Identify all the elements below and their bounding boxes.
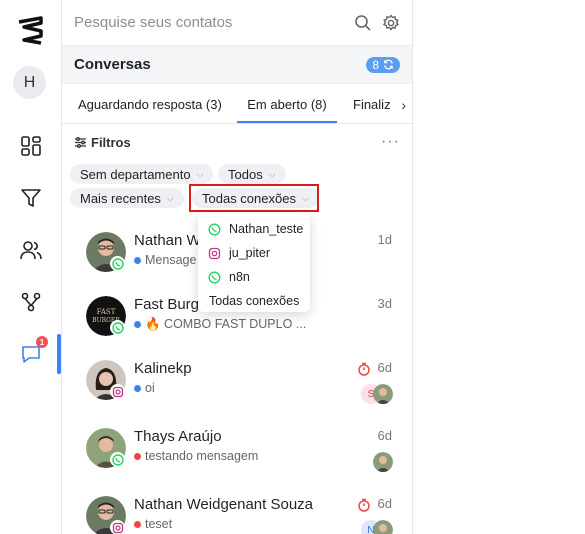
last-message-text: oi (145, 381, 155, 395)
dropdown-option-ju-piter[interactable]: ju_piter (198, 241, 310, 265)
last-message-text: testando mensagem (145, 449, 259, 463)
notification-badge: 1 (36, 336, 48, 348)
last-message-text: teset (145, 517, 173, 531)
nav-contacts[interactable] (0, 230, 62, 270)
chat-row[interactable]: Thays Araújo testando mensagem 6d (62, 418, 413, 482)
message-time: 1d (377, 232, 392, 247)
conversations-header: Conversas 8 (62, 46, 412, 84)
app-logo-icon[interactable] (16, 16, 44, 46)
highlight-box (189, 184, 319, 212)
search-input[interactable] (74, 14, 344, 31)
contact-name: Thays Araújo (134, 428, 222, 445)
conversations-title: Conversas (74, 56, 151, 73)
last-message-text: 🔥 COMBO FAST DUPLO ... (145, 317, 307, 331)
chevron-down-icon: ⌵ (196, 168, 204, 179)
sort-filter-label: Mais recentes (80, 190, 161, 206)
instagram-icon (110, 384, 125, 399)
chevron-down-icon: ⌵ (268, 168, 276, 179)
assignee-avatar (373, 384, 393, 404)
dropdown-option-n8n[interactable]: n8n (198, 265, 310, 289)
contact-name: Nathan Weidgenant Souza (134, 496, 314, 513)
option-label: Todas conexões (209, 294, 300, 308)
search-bar (62, 0, 412, 46)
chat-row[interactable]: Kalinekp oi 6d S (62, 350, 413, 414)
status-tabs: Aguardando resposta (3) Em aberto (8) Fi… (62, 84, 412, 124)
assignee-avatar (373, 520, 393, 534)
nav-chats[interactable] (0, 334, 62, 374)
last-message: Mensage (134, 253, 196, 267)
funnel-icon (21, 189, 41, 207)
message-time: 6d (377, 496, 392, 511)
option-label: n8n (229, 270, 250, 284)
whatsapp-icon (110, 320, 125, 335)
filters-row: Filtros ··· (62, 124, 412, 160)
filters-label[interactable]: Filtros (91, 135, 381, 150)
left-rail: H 1 (0, 0, 62, 534)
assignee-filter[interactable]: Todos ⌵ (218, 164, 286, 184)
chat-row[interactable]: Nathan Weidgenant Souza teset 6d N (62, 486, 413, 534)
conversations-count-badge[interactable]: 8 (366, 56, 400, 73)
refresh-icon (384, 59, 393, 70)
last-message: teset (134, 517, 172, 531)
tab-finished[interactable]: Finaliz (353, 97, 391, 123)
tabs-next-chevron-icon[interactable]: › (401, 97, 406, 113)
option-label: ju_piter (229, 246, 270, 260)
option-label: Nathan_teste (229, 222, 304, 236)
chevron-down-icon: ⌵ (166, 192, 174, 203)
whatsapp-icon (208, 222, 221, 236)
last-message-text: Mensage (145, 253, 197, 267)
timer-icon (358, 498, 370, 512)
last-message: testando mensagem (134, 449, 258, 463)
search-icon[interactable] (354, 14, 372, 32)
department-filter-label: Sem departamento (80, 166, 191, 182)
instagram-icon (110, 520, 125, 534)
avatar-initial: H (23, 73, 36, 91)
contact-name: Kalinekp (134, 360, 192, 377)
connection-dropdown-menu: Nathan_teste ju_piter n8n Todas conexões (198, 212, 310, 312)
nav-dashboard[interactable] (0, 126, 62, 166)
whatsapp-icon (110, 452, 125, 467)
users-icon (20, 241, 42, 260)
whatsapp-icon (208, 270, 221, 284)
svg-text:FAST: FAST (97, 308, 116, 316)
last-message: oi (134, 381, 155, 395)
assignee-avatar (373, 452, 393, 472)
department-filter[interactable]: Sem departamento ⌵ (70, 164, 214, 184)
dropdown-option-all-connections[interactable]: Todas conexões (198, 289, 310, 313)
active-indicator (57, 334, 61, 374)
last-message: 🔥 COMBO FAST DUPLO ... (134, 317, 306, 332)
user-avatar[interactable]: H (13, 66, 46, 99)
message-time: 6d (377, 360, 392, 375)
nav-filter[interactable] (0, 178, 62, 218)
dropdown-option-nathan-teste[interactable]: Nathan_teste (198, 217, 310, 241)
sort-filter[interactable]: Mais recentes ⌵ (70, 188, 184, 208)
gear-icon[interactable] (382, 13, 400, 32)
whatsapp-icon (110, 256, 125, 271)
nav-flows[interactable] (0, 282, 62, 322)
count-value: 8 (372, 57, 379, 72)
message-time: 6d (377, 428, 392, 443)
more-options-icon[interactable]: ··· (381, 133, 400, 151)
assignee-filter-label: Todos (228, 166, 263, 182)
contact-name: Fast Burg (134, 296, 200, 313)
flow-icon (21, 292, 41, 312)
tab-open[interactable]: Em aberto (8) (237, 97, 337, 123)
tab-awaiting[interactable]: Aguardando resposta (3) (78, 97, 222, 123)
contact-name: Nathan W (134, 232, 201, 249)
instagram-icon (208, 247, 221, 259)
message-time: 3d (377, 296, 392, 311)
sliders-icon (75, 136, 86, 148)
dashboard-icon (21, 136, 41, 156)
timer-icon (358, 362, 370, 376)
